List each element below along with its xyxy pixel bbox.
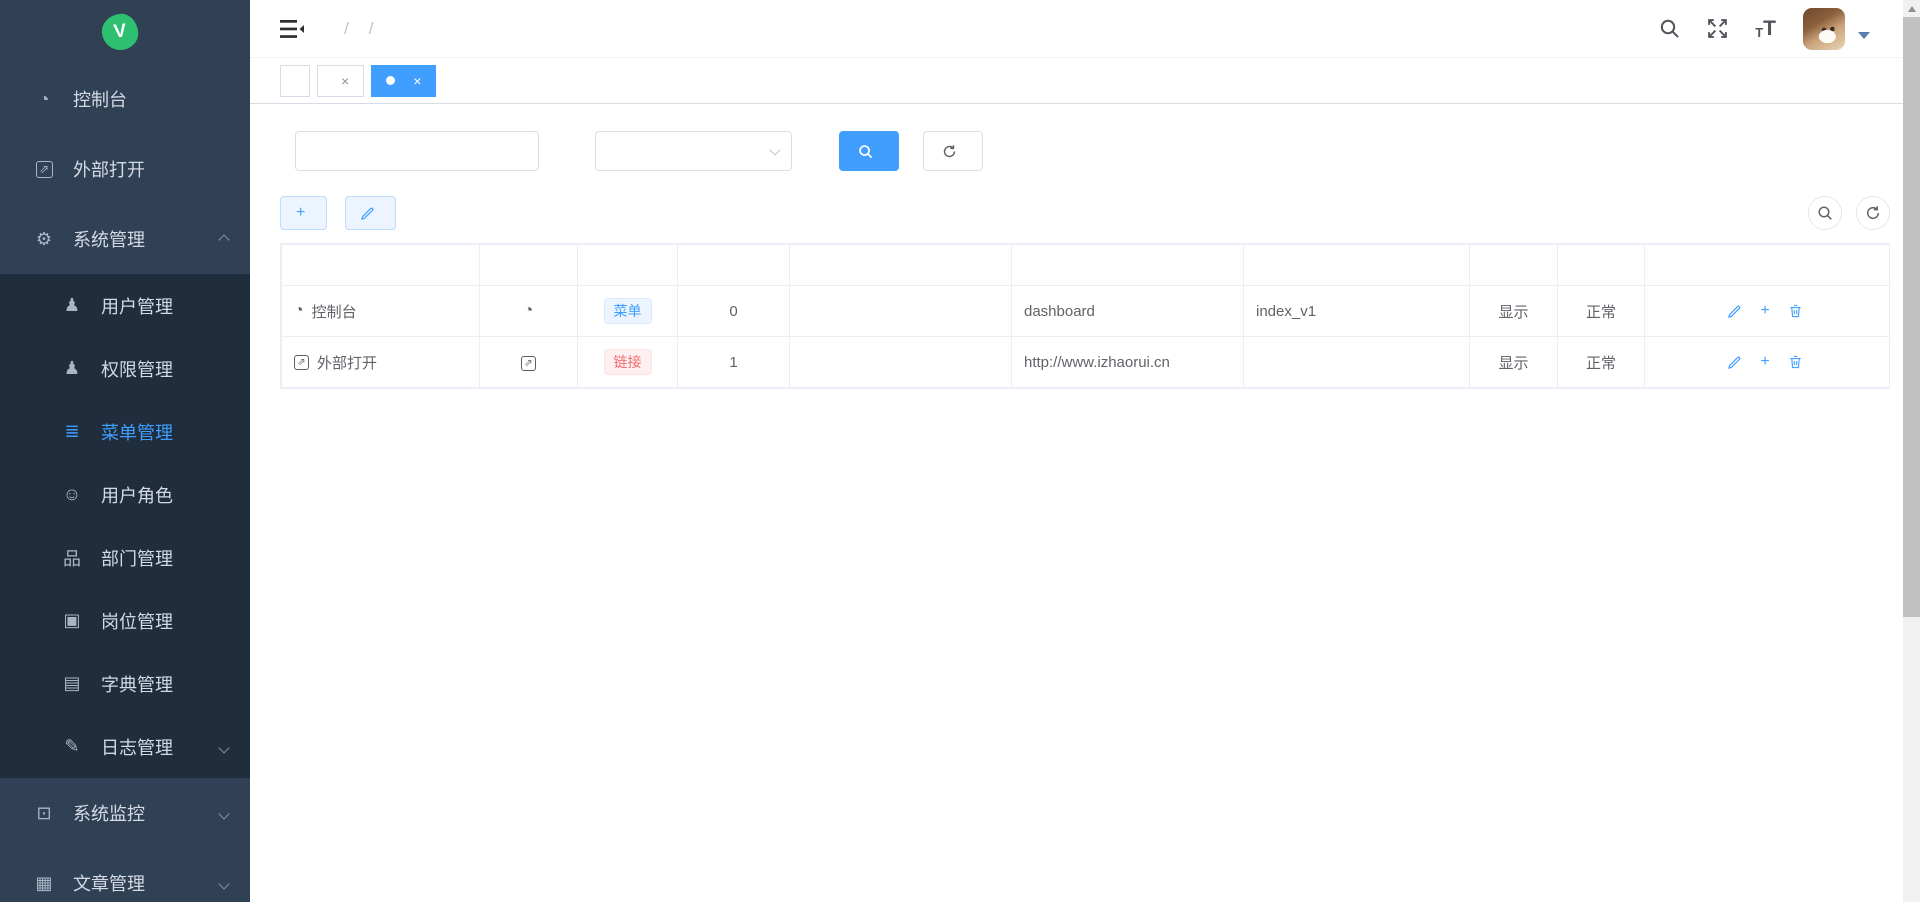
sidebar-item-user-admin[interactable]: ♟ 用户管理: [0, 274, 250, 337]
dictionary-icon: ▤: [58, 673, 86, 694]
breadcrumb: / /: [334, 19, 383, 39]
table-row: ◔ 控制台 ◔ 菜单 0 dashboard index_v1 显示 正常 +: [282, 286, 1890, 337]
chevron-icon: [218, 234, 229, 245]
reset-button[interactable]: [923, 131, 983, 171]
sidebar-item-external-open[interactable]: ⇗ 外部打开: [0, 134, 250, 204]
status-select[interactable]: [595, 131, 792, 171]
refresh-button[interactable]: [1856, 196, 1890, 230]
logo-icon: V: [100, 12, 140, 52]
edit-sort-button[interactable]: [345, 196, 396, 230]
sidebar-item-article-admin[interactable]: ▦ 文章管理: [0, 848, 250, 902]
tab-home[interactable]: [280, 65, 310, 97]
user-icon: ♟: [58, 295, 86, 316]
tab-role-admin[interactable]: ×: [317, 65, 364, 97]
close-tab-icon[interactable]: ×: [413, 74, 421, 88]
add-button[interactable]: +: [280, 196, 327, 230]
sidebar-item-log-admin[interactable]: ✎ 日志管理: [0, 715, 250, 778]
toggle-search-button[interactable]: [1808, 196, 1842, 230]
external-link-icon: ⇗: [30, 161, 58, 178]
dashboard-icon: ◔: [524, 302, 534, 319]
plus-icon: +: [1760, 354, 1769, 370]
col-icon: [480, 245, 578, 286]
sidebar-item-post-admin[interactable]: ▣ 岗位管理: [0, 589, 250, 652]
sidebar-item-system-monitor[interactable]: ⊡ 系统监控: [0, 778, 250, 848]
search-icon[interactable]: [1659, 18, 1680, 39]
col-visible: [1470, 245, 1558, 286]
dashboard-icon: ◔: [294, 302, 304, 320]
add-child-link[interactable]: +: [1760, 304, 1773, 319]
delete-link[interactable]: [1789, 304, 1806, 319]
face-icon: ☺: [58, 484, 86, 505]
sidebar-item-user-role[interactable]: ☺ 用户角色: [0, 463, 250, 526]
chevron-icon: [218, 742, 229, 753]
menu-name-input[interactable]: [295, 131, 539, 171]
filter-form: [280, 131, 1890, 171]
sidebar-menu: ◔ 控制台 ⇗ 外部打开 ⚙ 系统管理 ♟ 用户管理 ♟ 权限管理 ≣ 菜单管理…: [0, 64, 250, 902]
add-child-link[interactable]: +: [1760, 355, 1773, 370]
col-actions: [1645, 245, 1890, 286]
collapse-sidebar-icon[interactable]: [280, 18, 304, 40]
scrollbar-thumb[interactable]: [1903, 17, 1920, 617]
delete-link[interactable]: [1789, 355, 1806, 370]
user-menu-caret-icon[interactable]: [1858, 32, 1870, 39]
sidebar-item-menu-admin[interactable]: ≣ 菜单管理: [0, 400, 250, 463]
edit-link[interactable]: [1728, 355, 1745, 370]
col-route: [1012, 245, 1244, 286]
dashboard-icon: ◔: [30, 89, 58, 110]
close-tab-icon[interactable]: ×: [341, 74, 349, 88]
col-component: [1244, 245, 1470, 286]
sidebar-item-dashboard[interactable]: ◔ 控制台: [0, 64, 250, 134]
edit-link[interactable]: [1728, 304, 1745, 319]
sidebar-item-dict-admin[interactable]: ▤ 字典管理: [0, 652, 250, 715]
chevron-down-icon: [769, 144, 780, 155]
table-header-row: [282, 245, 1890, 286]
tab-menu-admin[interactable]: ×: [371, 65, 436, 97]
table-row: ⇗ 外部打开 ⇗ 链接 1 http://www.izhaorui.cn 显示 …: [282, 337, 1890, 388]
avatar[interactable]: [1803, 8, 1845, 50]
chevron-icon: [218, 808, 229, 819]
search-button[interactable]: [839, 131, 899, 171]
badge-icon: ▣: [58, 610, 86, 631]
type-tag: 菜单: [604, 298, 652, 324]
org-tree-icon: 品: [58, 545, 86, 571]
topbar: / / TT: [250, 0, 1920, 58]
col-perms: [790, 245, 1012, 286]
page-scrollbar[interactable]: [1903, 0, 1920, 902]
menu-tree-icon: ≣: [58, 421, 86, 442]
col-menu-name: [282, 245, 480, 286]
monitor-icon: ⊡: [30, 803, 58, 824]
font-size-icon[interactable]: TT: [1755, 18, 1776, 39]
sidebar-item-dept-admin[interactable]: 品 部门管理: [0, 526, 250, 589]
plus-icon: +: [1760, 303, 1769, 319]
menu-table: ◔ 控制台 ◔ 菜单 0 dashboard index_v1 显示 正常 +: [280, 243, 1890, 389]
chevron-icon: [218, 878, 229, 889]
external-link-icon: ⇗: [294, 355, 309, 370]
fullscreen-icon[interactable]: [1707, 18, 1728, 39]
logo[interactable]: V: [0, 0, 250, 64]
article-icon: ▦: [30, 873, 58, 894]
users-icon: ♟: [58, 358, 86, 379]
type-tag: 链接: [604, 349, 652, 375]
sidebar-item-system-admin[interactable]: ⚙ 系统管理: [0, 204, 250, 274]
col-type: [578, 245, 678, 286]
scrollbar-up-button[interactable]: [1903, 0, 1920, 17]
col-order: [678, 245, 790, 286]
external-link-icon: ⇗: [521, 358, 536, 369]
sidebar-item-role-admin[interactable]: ♟ 权限管理: [0, 337, 250, 400]
table-body: ◔ 控制台 ◔ 菜单 0 dashboard index_v1 显示 正常 +: [282, 286, 1890, 388]
active-dot-icon: [386, 76, 395, 85]
log-icon: ✎: [58, 736, 86, 757]
sidebar: V ◔ 控制台 ⇗ 外部打开 ⚙ 系统管理 ♟ 用户管理 ♟ 权限管理 ≣ 菜单…: [0, 0, 250, 902]
col-status: [1558, 245, 1645, 286]
gear-icon: ⚙: [30, 229, 58, 250]
tabs-bar: × ×: [250, 58, 1920, 104]
